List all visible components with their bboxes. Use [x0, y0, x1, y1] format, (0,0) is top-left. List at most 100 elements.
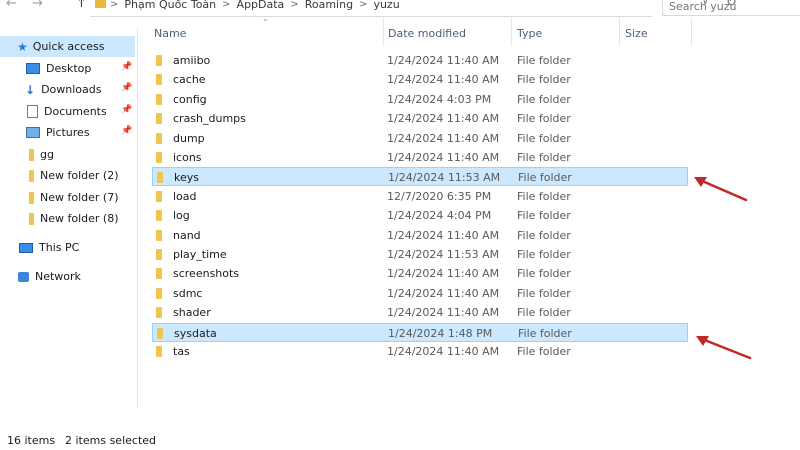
folder-icon: [156, 93, 162, 105]
sidebar-item-label: gg: [40, 148, 54, 161]
star-icon: ★: [17, 39, 28, 54]
table-row[interactable]: sysdata 1/24/2024 1:48 PM File folder: [152, 322, 688, 342]
file-name: load: [173, 189, 197, 203]
folder-icon: [156, 113, 162, 125]
forward-arrow-icon[interactable]: →: [32, 0, 43, 11]
folder-icon: [29, 148, 34, 161]
table-row[interactable]: tas 1/24/2024 11:40 AM File folder: [152, 342, 688, 361]
sidebar-item-this-pc[interactable]: This PC: [0, 237, 135, 258]
table-row[interactable]: nand 1/24/2024 11:40 AM File folder: [152, 226, 688, 245]
sidebar-item-desktop[interactable]: Desktop 📌: [0, 58, 135, 79]
file-name: cache: [173, 73, 206, 87]
sidebar-item-quick-access[interactable]: ★ Quick access: [0, 36, 135, 57]
table-row[interactable]: shader 1/24/2024 11:40 AM File folder: [152, 303, 688, 322]
file-date: 1/24/2024 11:40 AM: [387, 54, 500, 67]
column-divider[interactable]: [511, 18, 512, 46]
column-header-date[interactable]: Date modified: [388, 27, 466, 40]
breadcrumb-item[interactable]: yuzu: [373, 0, 399, 11]
breadcrumb: > Phạm Quốc Toàn > AppData > Roaming > y…: [110, 0, 400, 11]
file-date: 1/24/2024 11:40 AM: [387, 112, 500, 126]
breadcrumb-item[interactable]: Phạm Quốc Toàn: [124, 0, 216, 11]
file-type: File folder: [517, 248, 571, 261]
sidebar-item-label: New folder (8): [40, 212, 119, 225]
file-name: log: [173, 209, 190, 223]
table-row[interactable]: cache 1/24/2024 11:40 AM File folder: [152, 70, 688, 89]
sidebar-item-new-folder-8[interactable]: New folder (8): [0, 208, 135, 229]
file-type: File folder: [517, 209, 571, 223]
file-type: File folder: [517, 189, 571, 203]
file-date: 12/7/2020 6:35 PM: [387, 189, 492, 203]
column-header-name[interactable]: Name: [154, 27, 186, 40]
sidebar-item-gg[interactable]: gg: [0, 144, 135, 165]
folder-icon: [29, 212, 34, 225]
sidebar-item-network[interactable]: Network: [0, 266, 135, 287]
file-name: tas: [173, 345, 190, 358]
sidebar-item-downloads[interactable]: ↓ Downloads 📌: [0, 79, 135, 100]
chevron-right-icon[interactable]: >: [290, 0, 298, 10]
folder-icon: [29, 191, 34, 204]
up-arrow-icon[interactable]: ↑: [76, 0, 87, 11]
file-name: amiibo: [173, 54, 211, 67]
sidebar-item-new-folder-2[interactable]: New folder (2): [0, 165, 135, 186]
table-row[interactable]: play_time 1/24/2024 11:53 AM File folder: [152, 245, 688, 264]
back-arrow-icon[interactable]: ←: [6, 0, 17, 11]
table-row[interactable]: sdmc 1/24/2024 11:40 AM File folder: [152, 284, 688, 303]
breadcrumb-item[interactable]: Roaming: [305, 0, 353, 11]
column-divider[interactable]: [619, 18, 620, 46]
file-name: config: [173, 92, 207, 106]
file-date: 1/24/2024 11:40 AM: [387, 131, 500, 145]
pin-icon[interactable]: 📌: [121, 105, 132, 115]
sidebar-item-label: This PC: [39, 241, 80, 254]
file-type: File folder: [518, 326, 572, 340]
file-date: 1/24/2024 4:03 PM: [387, 92, 492, 106]
sidebar-item-new-folder-7[interactable]: New folder (7): [0, 187, 135, 208]
chevron-right-icon[interactable]: >: [222, 0, 230, 10]
pin-icon[interactable]: 📌: [121, 126, 132, 136]
pin-icon[interactable]: 📌: [121, 62, 132, 72]
table-row[interactable]: icons 1/24/2024 11:40 AM File folder: [152, 148, 688, 167]
search-input[interactable]: [667, 0, 791, 14]
table-row[interactable]: load 12/7/2020 6:35 PM File folder: [152, 187, 688, 206]
table-row[interactable]: config 1/24/2024 4:03 PM File folder: [152, 90, 688, 109]
column-header-size[interactable]: Size: [625, 27, 648, 40]
file-type: File folder: [517, 92, 571, 106]
table-row[interactable]: keys 1/24/2024 11:53 AM File folder: [152, 167, 688, 187]
search-box[interactable]: [662, 0, 800, 16]
file-name: sysdata: [174, 326, 217, 340]
file-name: crash_dumps: [173, 112, 246, 126]
column-divider[interactable]: [383, 18, 384, 46]
folder-icon: [156, 74, 162, 86]
table-row[interactable]: amiibo 1/24/2024 11:40 AM File folder: [152, 51, 688, 70]
file-date: 1/24/2024 1:48 PM: [388, 326, 493, 340]
desktop-icon: [26, 63, 40, 74]
folder-icon: [156, 307, 162, 319]
file-type: File folder: [517, 151, 571, 164]
sidebar-item-label: Network: [35, 270, 81, 283]
folder-icon: [156, 132, 162, 144]
status-bar: 16 items 2 items selected: [0, 430, 800, 450]
table-row[interactable]: dump 1/24/2024 11:40 AM File folder: [152, 129, 688, 148]
file-date: 1/24/2024 11:40 AM: [387, 286, 500, 300]
file-date: 1/24/2024 11:40 AM: [387, 345, 500, 358]
file-date: 1/24/2024 11:40 AM: [387, 267, 500, 281]
annotation-arrow-icon: [696, 336, 752, 360]
column-header-type[interactable]: Type: [517, 27, 542, 40]
breadcrumb-item[interactable]: AppData: [237, 0, 285, 11]
file-date: 1/24/2024 11:53 AM: [388, 171, 501, 185]
chevron-right-icon[interactable]: >: [359, 0, 367, 10]
address-bar-row: ← → ↑ > Phạm Quốc Toàn > AppData > Roami…: [0, 0, 800, 18]
sidebar-item-label: New folder (7): [40, 191, 119, 204]
column-divider[interactable]: [691, 18, 692, 46]
sidebar-item-pictures[interactable]: Pictures 📌: [0, 122, 135, 143]
computer-icon: [19, 242, 33, 253]
table-row[interactable]: crash_dumps 1/24/2024 11:40 AM File folder: [152, 109, 688, 128]
table-row[interactable]: screenshots 1/24/2024 11:40 AM File folder: [152, 264, 688, 283]
address-bar[interactable]: > Phạm Quốc Toàn > AppData > Roaming > y…: [90, 0, 737, 17]
sidebar-item-documents[interactable]: Documents 📌: [0, 101, 135, 122]
file-name: sdmc: [173, 286, 203, 300]
table-row[interactable]: log 1/24/2024 4:04 PM File folder: [152, 206, 688, 225]
file-name: shader: [173, 306, 211, 320]
pin-icon[interactable]: 📌: [121, 83, 132, 93]
file-name: icons: [173, 151, 202, 164]
chevron-right-icon[interactable]: >: [110, 0, 118, 10]
